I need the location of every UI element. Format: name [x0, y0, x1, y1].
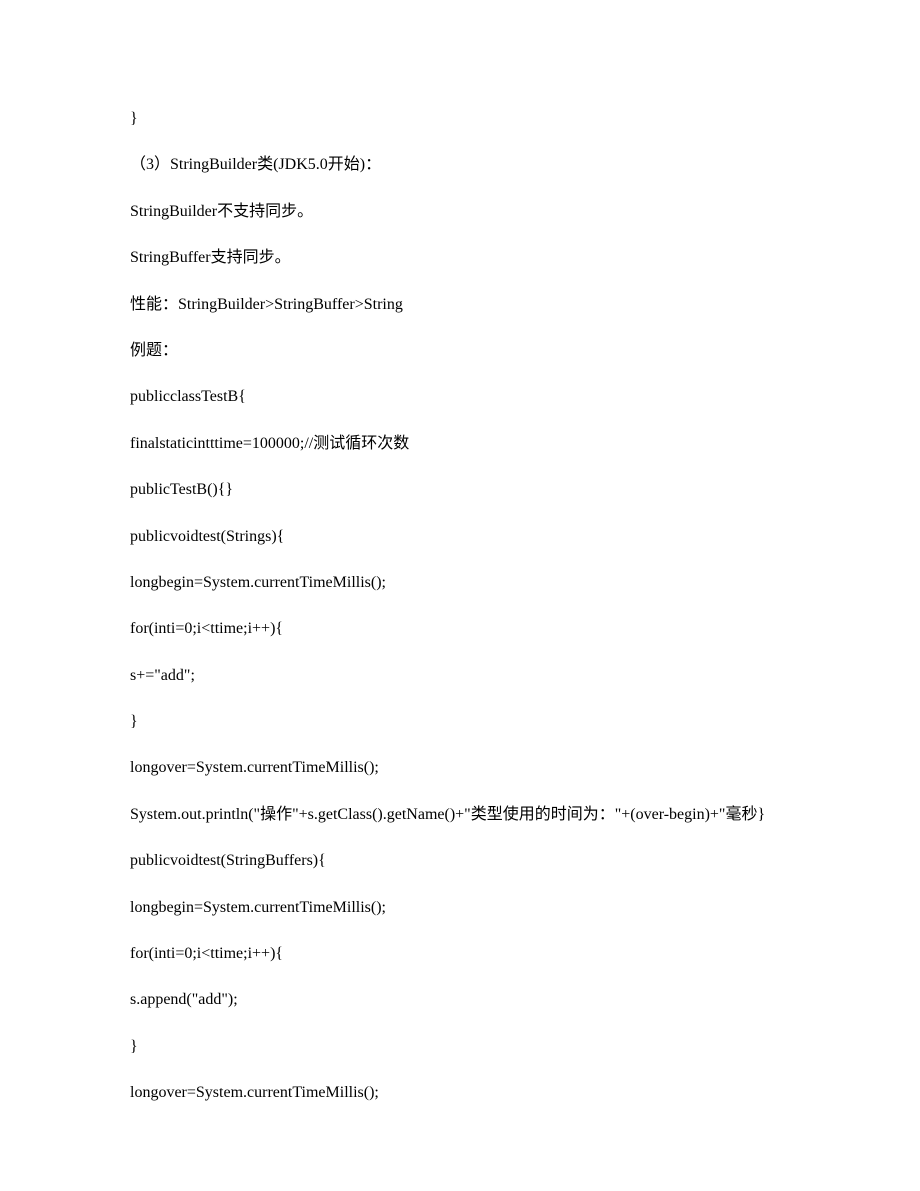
document-page: } （3）StringBuilder类(JDK5.0开始)： StringBui…: [0, 0, 920, 1189]
body-text: StringBuilder不支持同步。: [130, 201, 790, 223]
code-line: System.out.println("操作"+s.getClass().get…: [130, 804, 790, 826]
body-text: 例题：: [130, 340, 790, 362]
code-line: longover=System.currentTimeMillis();: [130, 757, 790, 779]
body-text: 性能：StringBuilder>StringBuffer>String: [130, 294, 790, 316]
code-line: publicvoidtest(StringBuffers){: [130, 850, 790, 872]
code-line: }: [130, 1036, 790, 1058]
code-line: finalstaticintttime=100000;//测试循环次数: [130, 433, 790, 455]
code-line: publicTestB(){}: [130, 479, 790, 501]
section-heading: （3）StringBuilder类(JDK5.0开始)：: [130, 154, 790, 176]
body-text: StringBuffer支持同步。: [130, 247, 790, 269]
code-line: longbegin=System.currentTimeMillis();: [130, 897, 790, 919]
code-line: }: [130, 108, 790, 130]
code-line: longover=System.currentTimeMillis();: [130, 1082, 790, 1104]
code-line: longbegin=System.currentTimeMillis();: [130, 572, 790, 594]
code-line: for(inti=0;i<ttime;i++){: [130, 943, 790, 965]
code-line: publicvoidtest(Strings){: [130, 526, 790, 548]
code-line: s+="add";: [130, 665, 790, 687]
code-line: }: [130, 711, 790, 733]
code-line: for(inti=0;i<ttime;i++){: [130, 618, 790, 640]
code-line: s.append("add");: [130, 989, 790, 1011]
code-line: publicclassTestB{: [130, 386, 790, 408]
